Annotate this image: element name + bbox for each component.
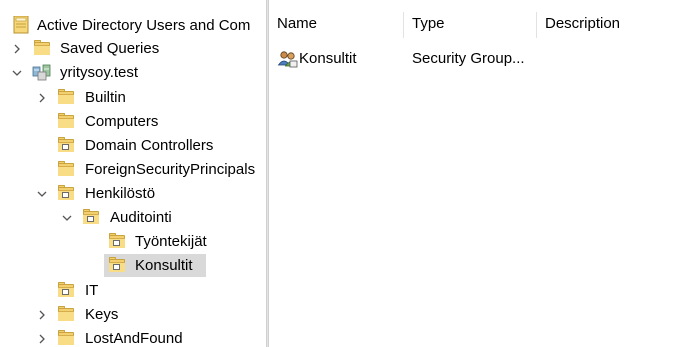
ou-folder-icon (81, 208, 101, 226)
folder-icon (56, 112, 76, 130)
column-header-description[interactable]: Description (537, 12, 679, 36)
group-icon (277, 50, 299, 68)
tree-item-henkilosto[interactable]: Henkilöstö (0, 182, 266, 205)
domain-icon (32, 63, 52, 81)
tree-item-konsultit[interactable]: Konsultit (0, 254, 266, 277)
row-name: Konsultit (299, 50, 357, 67)
tree-item-it[interactable]: IT (0, 279, 266, 302)
folder-icon (56, 329, 76, 347)
column-header-type[interactable]: Type (404, 12, 536, 36)
console-tree[interactable]: Active Directory Users and Com Saved Que… (0, 0, 266, 347)
tree-item-label: ForeignSecurityPrincipals (85, 161, 256, 178)
folder-icon (56, 305, 76, 323)
tree-item-label: yritysoy.test (60, 64, 139, 81)
chevron-down-icon[interactable] (35, 182, 49, 205)
tree-item-label: Auditointi (110, 209, 172, 226)
ad-console-icon (12, 15, 32, 34)
tree-item-label: LostAndFound (85, 330, 183, 347)
tree-root[interactable]: Active Directory Users and Com (0, 14, 266, 37)
tree-item-label: Computers (85, 113, 159, 130)
folder-icon (56, 88, 76, 106)
tree-item-label: Saved Queries (60, 40, 160, 57)
ou-folder-icon (107, 256, 127, 274)
tree-item-label: Builtin (85, 89, 126, 106)
tree-item-label: Keys (85, 306, 119, 323)
tree-item-tyontekijat[interactable]: Työntekijät (0, 230, 266, 253)
chevron-right-icon[interactable] (10, 37, 24, 60)
tree-root-label: Active Directory Users and Com (37, 17, 251, 34)
ou-folder-icon (56, 184, 76, 202)
column-header-name[interactable]: Name (269, 12, 403, 36)
ou-folder-icon (56, 281, 76, 299)
row-type: Security Group... (412, 50, 525, 67)
tree-item-label: Työntekijät (135, 233, 207, 250)
tree-item-label: Henkilöstö (85, 185, 156, 202)
chevron-right-icon[interactable] (35, 303, 49, 326)
ou-folder-icon (107, 232, 127, 250)
list-row[interactable]: Konsultit Security Group... (269, 48, 679, 70)
tree-item-builtin[interactable]: Builtin (0, 86, 266, 109)
tree-item-lost-and-found[interactable]: LostAndFound (0, 327, 266, 347)
chevron-right-icon[interactable] (35, 327, 49, 347)
tree-item-saved-queries[interactable]: Saved Queries (0, 37, 266, 60)
tree-item-computers[interactable]: Computers (0, 110, 266, 133)
details-list[interactable]: Name Type Description Konsultit Security… (269, 0, 679, 347)
tree-item-keys[interactable]: Keys (0, 303, 266, 326)
tree-item-label: Domain Controllers (85, 137, 214, 154)
tree-item-domain-controllers[interactable]: Domain Controllers (0, 134, 266, 157)
tree-item-foreign-security-principals[interactable]: ForeignSecurityPrincipals (0, 158, 266, 181)
tree-item-label: Konsultit (135, 257, 193, 274)
tree-item-label: IT (85, 282, 99, 299)
folder-icon (32, 39, 52, 57)
folder-icon (56, 160, 76, 178)
chevron-down-icon[interactable] (10, 61, 24, 84)
ou-folder-icon (56, 136, 76, 154)
tree-item-domain[interactable]: yritysoy.test (0, 61, 266, 84)
tree-item-auditointi[interactable]: Auditointi (0, 206, 266, 229)
chevron-right-icon[interactable] (35, 86, 49, 109)
chevron-down-icon[interactable] (60, 206, 74, 229)
